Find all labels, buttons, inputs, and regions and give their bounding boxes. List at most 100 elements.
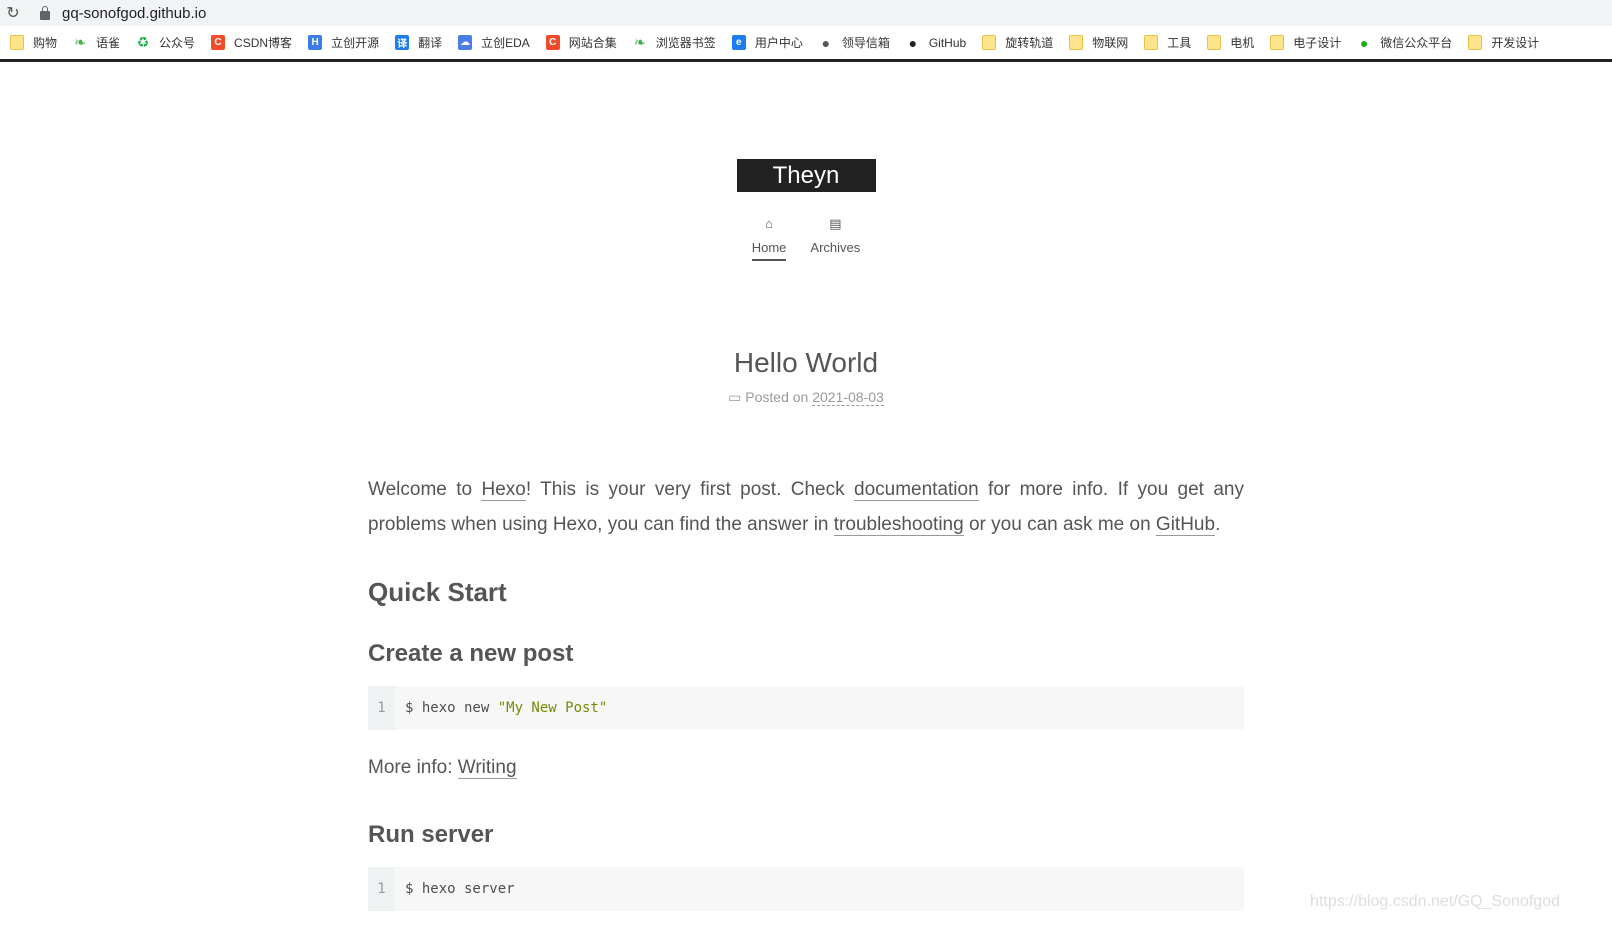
home-icon: ⌂ (765, 216, 773, 231)
folder-icon (1270, 35, 1285, 50)
H-icon: H (308, 35, 323, 50)
nav-archives-label: Archives (810, 240, 861, 255)
folder-icon (1144, 35, 1159, 50)
bookmark-item[interactable]: 工具 (1144, 34, 1191, 51)
address-bar[interactable]: gq-sonofgod.github.io (26, 0, 1612, 26)
folder-icon (982, 35, 997, 50)
bookmark-item[interactable]: e 用户中心 (731, 34, 803, 51)
site-nav: ⌂ Home ▤ Archives (0, 216, 1612, 261)
post-date: 2021-08-03 (812, 389, 884, 406)
folder-icon (1069, 35, 1084, 50)
url-text[interactable]: gq-sonofgod.github.io (62, 5, 206, 22)
bookmark-item[interactable]: 译翻译 (395, 34, 442, 51)
bookmark-item[interactable]: H 立创开源 (308, 34, 379, 51)
code-string: "My New Post" (497, 699, 608, 716)
line-number: 1 (368, 867, 395, 911)
nav-home[interactable]: ⌂ Home (751, 216, 787, 261)
code-cmd: $ hexo new (405, 699, 498, 716)
heading-quick-start: Quick Start (368, 577, 507, 607)
bookmark-label: 微信公众平台 (1380, 36, 1453, 50)
bookmark-label: 立创开源 (331, 36, 380, 50)
bookmark-item[interactable]: C 网站合集 (545, 34, 617, 51)
bookmark-item[interactable]: ● GitHub (906, 34, 967, 51)
bookmark-label: CSDN博客 (234, 36, 293, 50)
more-info-label: More info: (368, 757, 458, 778)
bookmark-label: 旋转轨道 (1005, 36, 1054, 50)
writing-link[interactable]: Writing (457, 757, 517, 779)
recycle-icon: ♻ (136, 34, 150, 50)
bookmark-label: 语雀 (96, 36, 121, 50)
bookmark-label: 购物 (33, 36, 58, 50)
bookmark-item[interactable]: 物联网 (1069, 34, 1128, 51)
browser-toolbar: ↻ gq-sonofgod.github.io (0, 0, 1612, 26)
e-icon: e (731, 35, 746, 50)
more-info: More info: Writing (368, 750, 1244, 785)
bookmark-item[interactable]: ♻ 公众号 (136, 34, 195, 51)
posted-on-label: Posted on (745, 389, 809, 405)
documentation-link[interactable]: documentation (854, 479, 979, 501)
site-title[interactable]: Theyn (736, 159, 876, 192)
bookmark-label: 立创EDA (481, 36, 530, 50)
bookmark-label: 公众号 (159, 36, 196, 50)
folder-icon (1468, 35, 1483, 50)
lock-icon (40, 5, 50, 20)
bookmark-item[interactable]: C CSDN博客 (211, 34, 292, 51)
calendar-icon: ▭ (728, 389, 746, 405)
post-meta: ▭ Posted on 2021-08-03 (368, 389, 1244, 406)
bookmark-label: 浏览器书签 (655, 36, 716, 50)
post-body: Welcome to Hexo! This is your very first… (368, 472, 1244, 911)
bookmark-label: 网站合集 (568, 36, 617, 50)
site-header: Theyn ⌂ Home ▤ Archives (0, 159, 1612, 261)
C-icon: C (545, 35, 560, 50)
bookmark-item[interactable]: ❧ 语雀 (73, 34, 120, 51)
bookmark-item[interactable]: 开发设计 (1468, 34, 1539, 51)
github-link[interactable]: GitHub (1155, 514, 1216, 536)
intro-paragraph: Welcome to Hexo! This is your very first… (368, 472, 1244, 542)
code-line: $ hexo server (405, 880, 515, 897)
text: or you can ask me on (963, 514, 1156, 535)
C-icon: C (211, 35, 226, 50)
bookmark-item[interactable]: ● 微信公众平台 (1357, 34, 1452, 51)
bookmark-label: 电子设计 (1293, 36, 1342, 50)
bookmark-label: 电机 (1230, 36, 1255, 50)
watermark: https://blog.csdn.net/GQ_Sonofgod (1310, 893, 1560, 910)
nav-home-label: Home (751, 240, 787, 255)
heading-create-post: Create a new post (368, 640, 574, 667)
folder-icon (1207, 35, 1222, 50)
bookmark-label: 物联网 (1092, 36, 1129, 50)
line-number: 1 (368, 686, 395, 730)
troubleshooting-link[interactable]: troubleshooting (833, 514, 964, 536)
hexo-link[interactable]: Hexo (481, 479, 526, 501)
code-block: 1 $ hexo server (368, 867, 1244, 911)
bookmark-label: GitHub (928, 35, 967, 50)
bookmark-item[interactable]: 电机 (1207, 34, 1254, 51)
译-icon: 译 (395, 35, 410, 50)
bookmark-label: 工具 (1167, 36, 1192, 50)
code-line: $ hexo new "My New Post" (395, 691, 607, 726)
bookmark-label: 用户中心 (754, 36, 803, 50)
yuque-icon: ❧ (74, 34, 86, 50)
bookmark-item[interactable]: 电子设计 (1270, 34, 1341, 51)
github-icon: ● (908, 34, 918, 51)
bookmark-item[interactable]: 购物 (10, 34, 57, 51)
nav-archives[interactable]: ▤ Archives (810, 216, 860, 261)
bookmark-item[interactable]: ● 领导信箱 (819, 34, 890, 51)
heading-run-server: Run server (368, 821, 494, 848)
archive-icon: ▤ (829, 216, 842, 231)
reload-icon[interactable]: ↻ (0, 3, 26, 23)
bookmark-item[interactable]: 旋转轨道 (982, 34, 1053, 51)
globe-icon: ● (821, 34, 831, 51)
yuque-icon: ❧ (633, 34, 646, 50)
post-title[interactable]: Hello World (368, 347, 1244, 379)
text: . (1215, 514, 1221, 535)
text: Welcome to (368, 479, 482, 500)
bookmark-item[interactable]: ❧ 浏览器书签 (633, 34, 716, 51)
cloud-icon: ☁ (458, 35, 473, 50)
bookmark-item[interactable]: ☁ 立创EDA (458, 34, 530, 51)
wechat-icon: ● (1360, 34, 1369, 51)
bookmark-label: 开发设计 (1491, 36, 1540, 50)
code-block: 1 $ hexo new "My New Post" (368, 686, 1244, 730)
post: Hello World ▭ Posted on 2021-08-03 Welco… (368, 347, 1244, 911)
text: ! This is your very first post. Check (525, 479, 854, 500)
bookmark-label: 翻译 (418, 36, 443, 50)
